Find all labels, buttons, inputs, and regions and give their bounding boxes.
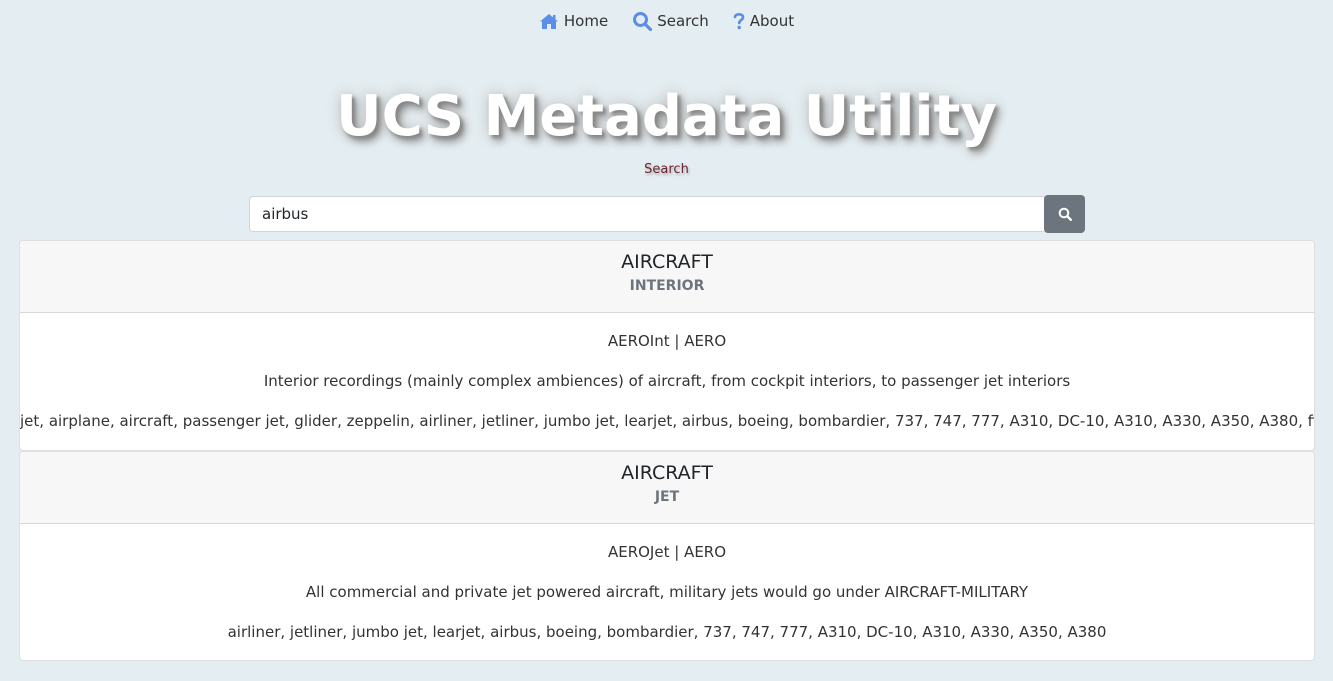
home-icon bbox=[539, 13, 558, 29]
result-card: AIRCRAFT JET AEROJet | AERO All commerci… bbox=[19, 451, 1315, 661]
result-subcategory: JET bbox=[654, 489, 680, 505]
nav-search-label: Search bbox=[657, 12, 709, 30]
result-card-header: AIRCRAFT INTERIOR bbox=[20, 241, 1314, 313]
result-category: AIRCRAFT bbox=[621, 251, 713, 273]
page-subtitle: Search bbox=[644, 162, 689, 177]
results-list: AIRCRAFT INTERIOR AEROInt | AERO Interio… bbox=[19, 240, 1315, 661]
result-description: Interior recordings (mainly complex ambi… bbox=[263, 372, 1071, 390]
search-button[interactable] bbox=[1044, 195, 1085, 233]
question-icon bbox=[733, 12, 745, 30]
nav-home-link[interactable]: Home bbox=[539, 11, 608, 31]
result-ids: AEROInt | AERO bbox=[607, 332, 727, 350]
result-description: All commercial and private jet powered a… bbox=[305, 583, 1029, 601]
nav-search-link[interactable]: Search bbox=[632, 11, 709, 31]
result-synonyms: airliner, jetliner, jumbo jet, learjet, … bbox=[227, 623, 1107, 641]
nav-about-link[interactable]: About bbox=[733, 11, 794, 31]
result-category: AIRCRAFT bbox=[621, 462, 713, 484]
result-card-body: AEROJet | AERO All commercial and privat… bbox=[20, 524, 1314, 660]
result-ids: AEROJet | AERO bbox=[607, 543, 727, 561]
result-card-header: AIRCRAFT JET bbox=[20, 452, 1314, 524]
result-card-body: AEROInt | AERO Interior recordings (main… bbox=[20, 313, 1314, 450]
nav-home-label: Home bbox=[563, 12, 609, 30]
search-icon bbox=[1058, 207, 1072, 221]
top-nav: Home Search About bbox=[0, 11, 1333, 31]
search-bar bbox=[249, 195, 1085, 233]
page-title: UCS Metadata Utility bbox=[336, 84, 997, 149]
result-synonyms: jet, airplane, aircraft, passenger jet, … bbox=[20, 412, 1315, 430]
search-icon bbox=[633, 12, 653, 31]
search-input[interactable] bbox=[249, 196, 1044, 232]
result-subcategory: INTERIOR bbox=[629, 278, 705, 294]
result-card: AIRCRAFT INTERIOR AEROInt | AERO Interio… bbox=[19, 240, 1315, 451]
nav-about-label: About bbox=[749, 12, 795, 30]
